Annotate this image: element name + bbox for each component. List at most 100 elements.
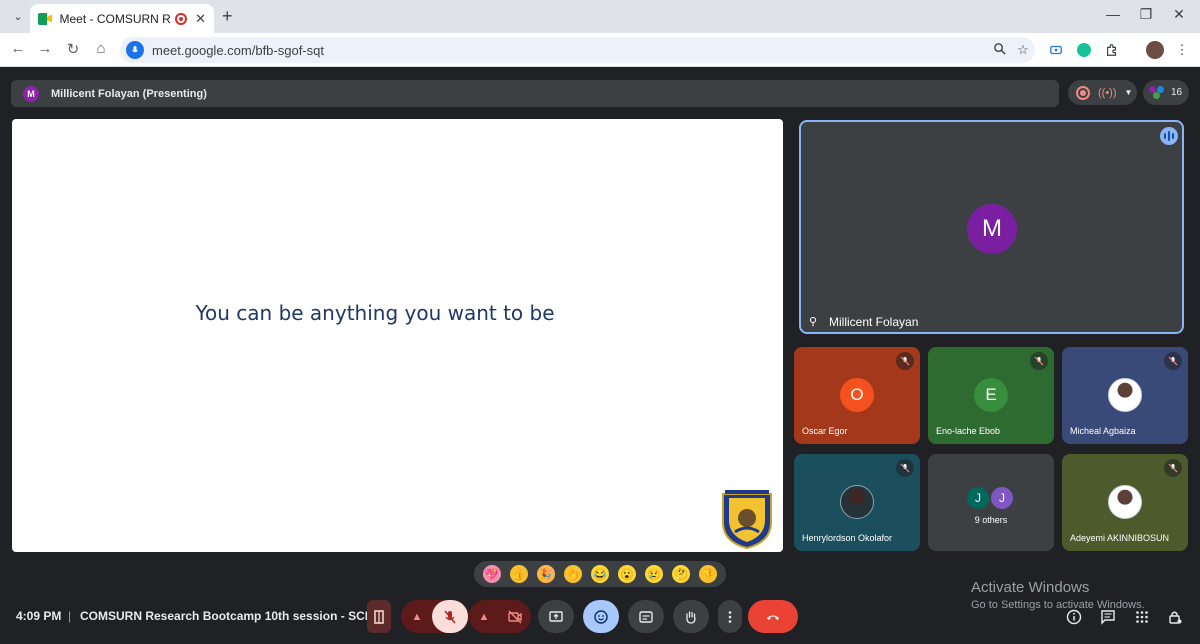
browser-toolbar: ← → ↻ ⌂ meet.google.com/bfb-sgof-sqt ☆ ⋮: [0, 33, 1200, 67]
participant-photo: [840, 485, 874, 519]
live-stream-icon: ((•)): [1098, 86, 1117, 99]
url-text[interactable]: meet.google.com/bfb-sgof-sqt: [152, 43, 987, 58]
recording-status-pill[interactable]: ((•)) ▼: [1068, 80, 1137, 105]
presenter-tile[interactable]: M ⚲ Millicent Folayan: [799, 120, 1184, 334]
people-icon: [1149, 85, 1165, 100]
recording-icon: [1076, 85, 1090, 100]
meeting-name: COMSURN Research Bootcamp 10th session -…: [80, 609, 387, 623]
bookmark-star-icon[interactable]: ☆: [1011, 42, 1035, 58]
leave-call-button[interactable]: [748, 600, 798, 633]
presenter-tile-name: Millicent Folayan: [829, 315, 919, 329]
participant-tile-henrylordson-okolafor[interactable]: Henrylordson Okolafor: [794, 454, 920, 551]
camera-off-button[interactable]: [499, 600, 531, 633]
presentation-slide: You can be anything you want to be: [12, 119, 783, 552]
meet-favicon-icon: [38, 12, 52, 25]
thinking-reaction-button[interactable]: 🤔: [672, 565, 691, 583]
others-label: 9 others: [974, 515, 1008, 525]
participant-tile-micheal-agbaiza[interactable]: Micheal Agbaiza: [1062, 347, 1188, 444]
home-button[interactable]: ⌂: [91, 40, 111, 57]
presenter-tile-avatar: M: [967, 204, 1017, 254]
mic-muted-icon: [1164, 352, 1182, 370]
participant-name: Micheal Agbaiza: [1070, 426, 1136, 436]
participant-photo: [1108, 485, 1142, 519]
thumbs-up-reaction-button[interactable]: 👍: [509, 565, 528, 583]
participants-button[interactable]: 16: [1143, 80, 1189, 105]
reload-button[interactable]: ↻: [63, 40, 83, 58]
participant-name: Eno-lache Ebob: [936, 426, 1001, 436]
browser-menu-icon[interactable]: ⋮: [1173, 41, 1191, 59]
grammarly-extension-icon[interactable]: [1075, 41, 1093, 59]
activate-windows-title: Activate Windows: [971, 579, 1090, 596]
presenter-avatar: M: [23, 85, 39, 102]
presenting-label: Millicent Folayan (Presenting): [51, 87, 207, 100]
chat-icon[interactable]: [1098, 607, 1118, 627]
tab-title: Meet - COMSURN Research: [59, 11, 172, 26]
mic-muted-icon: [896, 459, 914, 477]
restore-button[interactable]: ❐: [1136, 6, 1156, 23]
participant-avatar: O: [840, 378, 874, 412]
captions-button[interactable]: [628, 600, 664, 633]
surprised-reaction-button[interactable]: 😮: [618, 565, 637, 583]
camera-control-group: ▲: [469, 600, 531, 633]
meeting-details-icon[interactable]: [1064, 607, 1084, 627]
meeting-time: 4:09 PM: [16, 609, 62, 623]
microphone-in-use-icon[interactable]: [126, 41, 144, 59]
mic-muted-icon: [1164, 459, 1182, 477]
tab-close-icon[interactable]: ✕: [195, 11, 206, 27]
present-screen-button[interactable]: [538, 600, 574, 633]
browser-tab-bar: ⌄ Meet - COMSURN Research ✕ + — ❐ ✕: [0, 0, 1200, 33]
mic-muted-icon: [1030, 352, 1048, 370]
heart-reaction-button[interactable]: 💖: [482, 565, 501, 583]
reactions-button[interactable]: [583, 600, 619, 633]
pin-icon[interactable]: ⚲: [809, 315, 817, 328]
laugh-reaction-button[interactable]: 😂: [590, 565, 609, 583]
participant-tile-eno-lache-ebob[interactable]: E Eno-lache Ebob: [928, 347, 1054, 444]
thumbs-down-reaction-button[interactable]: 👎: [699, 565, 718, 583]
back-button[interactable]: ←: [8, 40, 28, 57]
address-bar[interactable]: meet.google.com/bfb-sgof-sqt ☆: [120, 37, 1035, 63]
mic-muted-icon: [896, 352, 914, 370]
tab-recording-icon: [175, 12, 188, 25]
activities-grid-icon[interactable]: [1132, 607, 1152, 627]
others-tile[interactable]: J J 9 others: [928, 454, 1054, 551]
separator: |: [68, 609, 72, 623]
host-controls-lock-icon[interactable]: [1165, 607, 1185, 627]
meeting-info-tag[interactable]: [367, 600, 391, 633]
others-avatar: J: [965, 485, 991, 511]
close-window-button[interactable]: ✕: [1169, 6, 1189, 23]
raise-hand-button[interactable]: [673, 600, 709, 633]
cast-extension-icon[interactable]: [1047, 41, 1065, 59]
participant-photo: [1108, 378, 1142, 412]
participant-name: Oscar Egor: [802, 426, 848, 436]
sad-reaction-button[interactable]: 😢: [645, 565, 664, 583]
camera-options-chevron-up-icon[interactable]: ▲: [469, 600, 499, 633]
more-options-button[interactable]: [718, 600, 742, 633]
profile-avatar[interactable]: [1146, 41, 1164, 59]
reactions-bar: 💖 👍 🎉 👏 😂 😮 😢 🤔 👎: [474, 561, 726, 587]
forward-button[interactable]: →: [35, 40, 55, 57]
participant-count: 16: [1171, 87, 1183, 98]
clap-reaction-button[interactable]: 👏: [563, 565, 582, 583]
participant-tile-oscar-egor[interactable]: O Oscar Egor: [794, 347, 920, 444]
extensions-puzzle-icon[interactable]: [1103, 41, 1121, 59]
participant-avatar: E: [974, 378, 1008, 412]
speaking-indicator-icon: [1160, 127, 1178, 145]
microphone-control-group: ▲: [401, 600, 469, 633]
zoom-icon[interactable]: [987, 42, 1011, 58]
chevron-down-icon: ▼: [1124, 88, 1133, 97]
others-avatar: J: [989, 485, 1015, 511]
participant-tile-adeyemi-akinnibosun[interactable]: Adeyemi AKINNIBOSUN: [1062, 454, 1188, 551]
activate-windows-subtitle: Go to Settings to activate Windows.: [971, 599, 1145, 611]
slide-text: You can be anything you want to be: [195, 301, 555, 325]
browser-tab[interactable]: Meet - COMSURN Research ✕: [30, 4, 214, 33]
university-crest-logo: [715, 488, 779, 552]
tab-search-button[interactable]: ⌄: [8, 6, 28, 26]
participant-name: Adeyemi AKINNIBOSUN: [1070, 533, 1170, 543]
participant-name: Henrylordson Okolafor: [802, 533, 893, 543]
party-reaction-button[interactable]: 🎉: [536, 565, 555, 583]
new-tab-button[interactable]: +: [222, 6, 233, 27]
minimize-button[interactable]: —: [1103, 6, 1123, 22]
mic-off-button[interactable]: [432, 600, 468, 633]
mic-options-chevron-up-icon[interactable]: ▲: [402, 600, 432, 633]
presenting-bar: M Millicent Folayan (Presenting): [11, 80, 1059, 107]
